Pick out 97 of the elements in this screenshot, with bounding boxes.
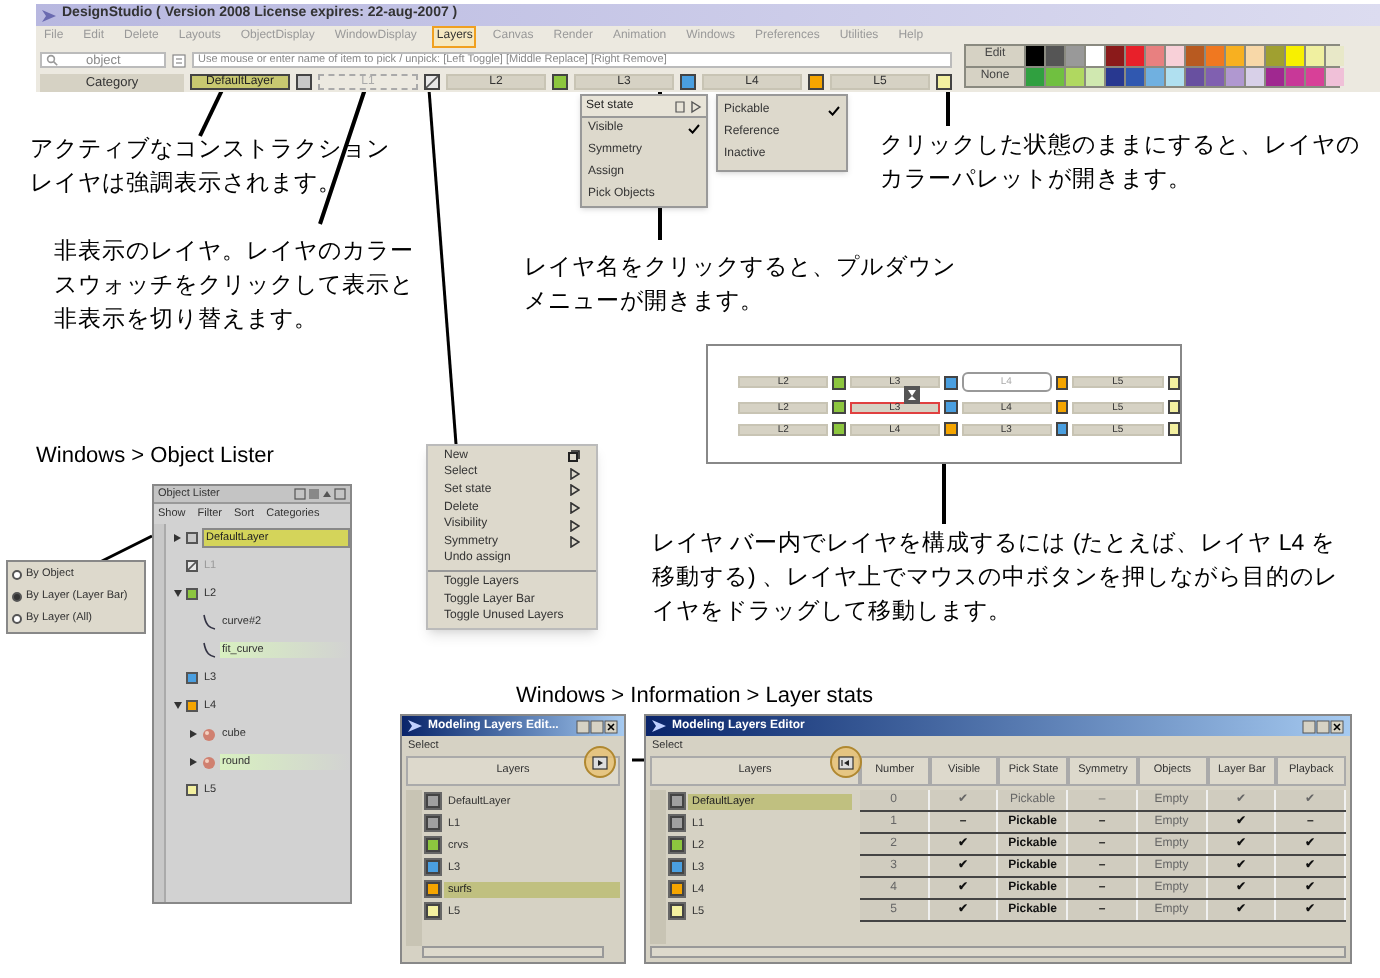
scroll-bar[interactable] — [650, 946, 1346, 958]
color-swatch[interactable] — [936, 74, 952, 90]
color-swatch[interactable] — [1326, 46, 1344, 65]
color-swatch[interactable] — [1055, 400, 1069, 414]
color-swatch[interactable] — [944, 375, 957, 389]
color-swatch[interactable] — [426, 860, 440, 874]
color-swatch[interactable] — [1186, 67, 1204, 86]
leader-line — [99, 534, 153, 564]
color-swatch[interactable] — [832, 422, 846, 436]
color-swatch[interactable] — [1167, 400, 1180, 414]
callout-text: レイヤ名をクリックすると、プルダウンメニューが開きます。 — [524, 252, 956, 318]
callout-text: レイヤ バー内でレイヤを構成するには (たとえば、レイヤ L4 を移動する) 、レイヤ上でマウスの中ボタンを押しながら目的のレイヤをドラッグして移動します。 — [652, 529, 1340, 628]
window-controls-icon — [1302, 719, 1346, 733]
color-swatch[interactable] — [186, 784, 198, 796]
radio-button[interactable] — [12, 570, 22, 580]
color-swatch[interactable] — [1106, 46, 1124, 65]
color-swatch[interactable] — [680, 74, 696, 90]
color-swatch[interactable] — [1167, 422, 1180, 436]
color-swatch[interactable] — [426, 794, 440, 808]
radio-button[interactable] — [12, 614, 22, 624]
scroll-bar[interactable] — [154, 524, 166, 902]
color-swatch[interactable] — [552, 74, 568, 90]
color-swatch[interactable] — [1246, 67, 1264, 86]
color-swatch[interactable] — [1306, 67, 1324, 86]
color-swatch[interactable] — [670, 904, 684, 918]
app-logo-icon — [406, 718, 424, 734]
color-swatch[interactable] — [186, 672, 198, 684]
color-swatch[interactable] — [426, 882, 440, 896]
window-controls-icon — [576, 719, 620, 733]
color-swatch[interactable] — [670, 838, 684, 852]
scroll-bar[interactable] — [406, 790, 422, 946]
color-swatch[interactable] — [424, 74, 440, 90]
color-swatch[interactable] — [426, 838, 440, 852]
color-swatch[interactable] — [1326, 67, 1344, 86]
list-icon — [172, 53, 186, 67]
color-swatch[interactable] — [186, 532, 198, 544]
leader-line — [946, 88, 950, 126]
color-swatch[interactable] — [1126, 67, 1144, 86]
color-swatch[interactable] — [1206, 46, 1224, 65]
drag-cursor-icon — [904, 386, 920, 404]
color-swatch[interactable] — [670, 816, 684, 830]
color-swatch[interactable] — [670, 794, 684, 808]
callout-text: クリックした状態のままにすると、レイヤのカラーパレットが開きます。 — [880, 131, 1362, 196]
color-swatch[interactable] — [832, 375, 846, 389]
color-swatch[interactable] — [1186, 46, 1204, 65]
section-caption: Windows > Object Lister — [36, 442, 274, 472]
color-swatch[interactable] — [1055, 422, 1069, 436]
color-swatch[interactable] — [808, 74, 824, 90]
color-swatch[interactable] — [1146, 46, 1164, 65]
window-icon — [568, 450, 580, 463]
callout-text: アクティブなコンストラクションレイヤは強調表示されます。 — [30, 135, 390, 200]
color-swatch[interactable] — [426, 816, 440, 830]
color-swatch[interactable] — [1026, 46, 1044, 65]
color-swatch[interactable] — [1086, 67, 1104, 86]
color-swatch[interactable] — [1266, 46, 1284, 65]
color-swatch[interactable] — [1166, 46, 1184, 65]
color-swatch[interactable] — [426, 904, 440, 918]
search-icon — [46, 54, 58, 66]
color-swatch[interactable] — [1167, 375, 1180, 389]
color-swatch[interactable] — [1286, 67, 1304, 86]
panel-collapse-icon — [838, 755, 854, 769]
color-swatch[interactable] — [1086, 46, 1104, 65]
scroll-bar[interactable] — [422, 946, 604, 958]
color-swatch[interactable] — [1066, 46, 1084, 65]
color-swatch[interactable] — [944, 400, 957, 414]
submenu-arrow-icon — [674, 99, 702, 113]
color-swatch[interactable] — [1026, 67, 1044, 86]
color-swatch[interactable] — [1166, 67, 1184, 86]
panel-expand-icon — [592, 755, 608, 769]
color-swatch[interactable] — [832, 400, 846, 414]
color-swatch[interactable] — [296, 74, 312, 90]
color-swatch[interactable] — [1066, 67, 1084, 86]
color-swatch[interactable] — [1206, 67, 1224, 86]
section-caption: Windows > Information > Layer stats — [516, 682, 874, 712]
color-swatch[interactable] — [670, 882, 684, 896]
color-swatch[interactable] — [1126, 46, 1144, 65]
scroll-bar[interactable] — [650, 790, 666, 944]
color-swatch[interactable] — [1046, 67, 1064, 86]
color-swatch[interactable] — [1286, 46, 1304, 65]
color-swatch[interactable] — [1226, 46, 1244, 65]
color-swatch[interactable] — [1055, 375, 1069, 389]
color-swatch[interactable] — [1266, 67, 1284, 86]
color-swatch[interactable] — [1046, 46, 1064, 65]
color-swatch[interactable] — [1246, 46, 1264, 65]
color-swatch[interactable] — [186, 560, 198, 572]
app-logo-icon — [650, 718, 668, 734]
color-swatch[interactable] — [186, 588, 198, 600]
leader-line — [942, 462, 946, 524]
color-swatch[interactable] — [670, 860, 684, 874]
callout-text: 非表示のレイヤ。レイヤのカラースウォッチをクリックして表示と非表示を切り替えます。 — [54, 237, 414, 336]
color-swatch[interactable] — [1146, 67, 1164, 86]
color-swatch[interactable] — [1306, 46, 1324, 65]
color-swatch[interactable] — [944, 422, 957, 436]
color-swatch[interactable] — [1106, 67, 1124, 86]
color-swatch[interactable] — [186, 700, 198, 712]
color-swatch[interactable] — [1226, 67, 1244, 86]
radio-button[interactable] — [12, 592, 22, 602]
